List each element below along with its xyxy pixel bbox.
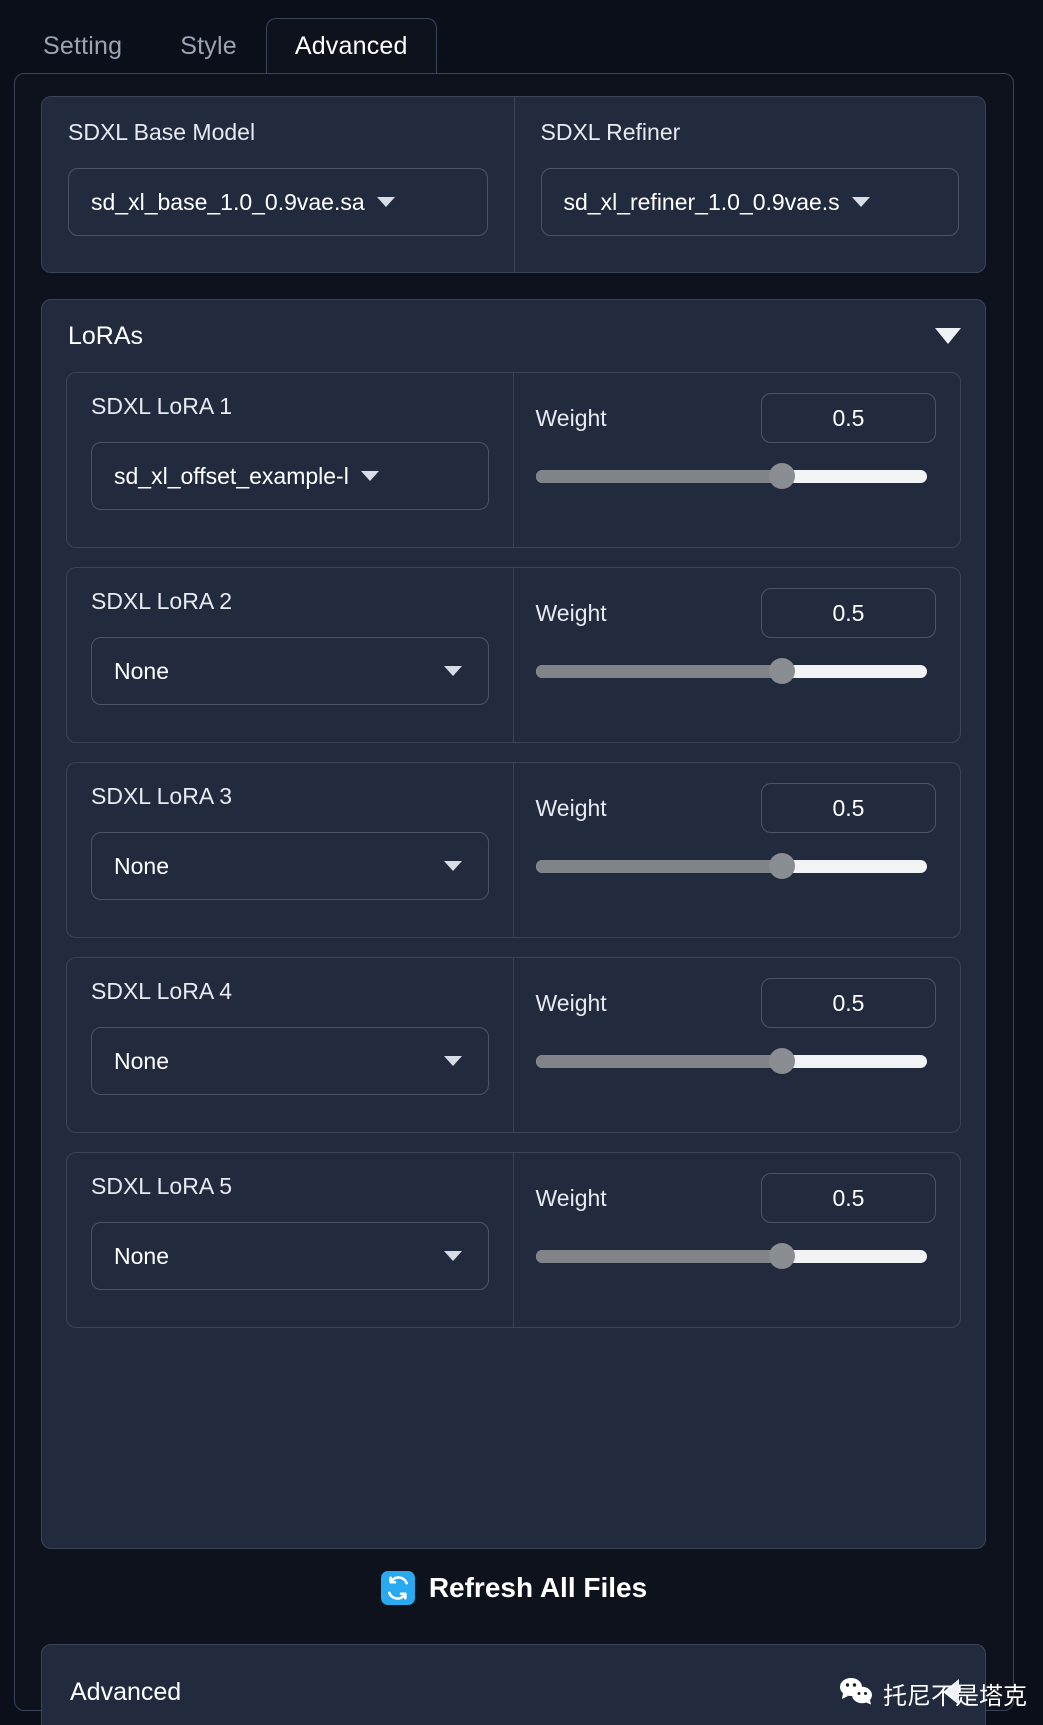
slider-fill bbox=[535, 860, 782, 873]
weight-input[interactable]: 0.5 bbox=[761, 1173, 936, 1223]
chevron-down-icon bbox=[443, 861, 462, 871]
slider-fill bbox=[535, 665, 782, 678]
lora-model-value: None bbox=[114, 852, 169, 879]
lora-label: SDXL LoRA 5 bbox=[91, 1173, 233, 1199]
advanced-collapse-bar[interactable]: Advanced bbox=[41, 1644, 986, 1725]
lora-model-cell: SDXL LoRA 2 None bbox=[67, 568, 514, 742]
weight-slider[interactable] bbox=[535, 1048, 927, 1074]
lora-model-cell: SDXL LoRA 4 None bbox=[67, 958, 514, 1132]
lora-model-value: None bbox=[114, 1242, 169, 1269]
lora-model-cell: SDXL LoRA 1 sd_xl_offset_example-l bbox=[67, 373, 514, 547]
weight-input[interactable]: 0.5 bbox=[761, 588, 936, 638]
lora-model-dropdown[interactable]: None bbox=[91, 1222, 489, 1290]
lora-model-dropdown[interactable]: None bbox=[91, 637, 489, 705]
tab-advanced[interactable]: Advanced bbox=[265, 18, 437, 74]
table-row: SDXL LoRA 5 None Weight 0.5 bbox=[66, 1152, 961, 1328]
base-model-value: sd_xl_base_1.0_0.9vae.sa bbox=[91, 188, 365, 215]
lora-weight-cell: Weight 0.5 bbox=[514, 373, 961, 547]
table-row: SDXL LoRA 1 sd_xl_offset_example-l Weigh… bbox=[66, 372, 961, 548]
tab-setting[interactable]: Setting bbox=[14, 18, 151, 74]
refiner-model-value: sd_xl_refiner_1.0_0.9vae.s bbox=[563, 188, 840, 215]
weight-label: Weight bbox=[535, 599, 607, 626]
refiner-model-dropdown[interactable]: sd_xl_refiner_1.0_0.9vae.s bbox=[540, 168, 959, 236]
lora-label: SDXL LoRA 4 bbox=[91, 978, 233, 1004]
chevron-down-icon bbox=[376, 197, 395, 207]
refresh-all-files-button[interactable]: Refresh All Files bbox=[15, 1571, 1013, 1605]
slider-thumb[interactable] bbox=[768, 658, 795, 684]
table-row: SDXL LoRA 4 None Weight 0.5 bbox=[66, 957, 961, 1133]
slider-thumb[interactable] bbox=[768, 1048, 795, 1074]
slider-fill bbox=[535, 1250, 782, 1263]
loras-title: LoRAs bbox=[68, 321, 144, 350]
lora-model-dropdown[interactable]: None bbox=[91, 832, 489, 900]
tab-style[interactable]: Style bbox=[151, 18, 266, 74]
tab-setting-label: Setting bbox=[43, 31, 123, 60]
lora-weight-cell: Weight 0.5 bbox=[514, 1153, 961, 1327]
tab-style-label: Style bbox=[180, 31, 237, 60]
weight-input[interactable]: 0.5 bbox=[761, 393, 936, 443]
chevron-down-icon bbox=[443, 1251, 462, 1261]
loras-header[interactable]: LoRAs bbox=[42, 300, 985, 372]
loras-panel: LoRAs SDXL LoRA 1 sd_xl_offset_example-l bbox=[41, 299, 986, 1549]
base-model-cell: SDXL Base Model sd_xl_base_1.0_0.9vae.sa bbox=[42, 97, 514, 272]
lora-label: SDXL LoRA 2 bbox=[91, 588, 233, 614]
weight-label: Weight bbox=[535, 1184, 607, 1211]
slider-fill bbox=[535, 470, 782, 483]
advanced-tab-content: SDXL Base Model sd_xl_base_1.0_0.9vae.sa… bbox=[14, 73, 1014, 1725]
table-row: SDXL LoRA 2 None Weight 0.5 bbox=[66, 567, 961, 743]
weight-input[interactable]: 0.5 bbox=[761, 783, 936, 833]
lora-model-value: sd_xl_offset_example-l bbox=[114, 462, 349, 489]
refiner-model-cell: SDXL Refiner sd_xl_refiner_1.0_0.9vae.s bbox=[513, 97, 986, 272]
weight-slider[interactable] bbox=[535, 1243, 927, 1269]
weight-label: Weight bbox=[535, 989, 607, 1016]
lora-label: SDXL LoRA 3 bbox=[91, 783, 233, 809]
chevron-down-icon bbox=[360, 471, 379, 481]
lora-model-dropdown[interactable]: sd_xl_offset_example-l bbox=[91, 442, 489, 510]
weight-label: Weight bbox=[535, 404, 607, 431]
lora-model-value: None bbox=[114, 1047, 169, 1074]
refresh-all-files-label: Refresh All Files bbox=[428, 1572, 648, 1603]
weight-slider[interactable] bbox=[535, 463, 927, 489]
weight-input[interactable]: 0.5 bbox=[761, 978, 936, 1028]
triangle-left-icon[interactable] bbox=[943, 1679, 959, 1705]
lora-label: SDXL LoRA 1 bbox=[91, 393, 233, 419]
table-row: SDXL LoRA 3 None Weight 0.5 bbox=[66, 762, 961, 938]
lora-model-cell: SDXL LoRA 3 None bbox=[67, 763, 514, 937]
fooocus-advanced-panel: Setting Style Advanced SDXL Base Model s… bbox=[0, 0, 1043, 1725]
weight-slider[interactable] bbox=[535, 658, 927, 684]
slider-thumb[interactable] bbox=[768, 853, 795, 879]
lora-model-cell: SDXL LoRA 5 None bbox=[67, 1153, 514, 1327]
base-model-label: SDXL Base Model bbox=[68, 119, 256, 145]
lora-model-dropdown[interactable]: None bbox=[91, 1027, 489, 1095]
weight-label: Weight bbox=[535, 794, 607, 821]
refiner-model-label: SDXL Refiner bbox=[540, 119, 681, 145]
chevron-down-icon bbox=[851, 197, 870, 207]
base-model-dropdown[interactable]: sd_xl_base_1.0_0.9vae.sa bbox=[68, 168, 488, 236]
slider-thumb[interactable] bbox=[768, 463, 795, 489]
slider-thumb[interactable] bbox=[768, 1243, 795, 1269]
chevron-down-icon bbox=[443, 666, 462, 676]
tab-advanced-label: Advanced bbox=[294, 31, 408, 60]
lora-row-list: SDXL LoRA 1 sd_xl_offset_example-l Weigh… bbox=[42, 372, 985, 1354]
lora-model-value: None bbox=[114, 657, 169, 684]
lora-weight-cell: Weight 0.5 bbox=[514, 958, 961, 1132]
slider-fill bbox=[535, 1055, 782, 1068]
triangle-down-icon[interactable] bbox=[935, 328, 961, 344]
tab-bar: Setting Style Advanced bbox=[14, 18, 437, 74]
refresh-icon bbox=[380, 1571, 415, 1605]
advanced-collapse-label: Advanced bbox=[70, 1677, 182, 1706]
lora-weight-cell: Weight 0.5 bbox=[514, 568, 961, 742]
weight-slider[interactable] bbox=[535, 853, 927, 879]
models-panel: SDXL Base Model sd_xl_base_1.0_0.9vae.sa… bbox=[41, 96, 986, 273]
chevron-down-icon bbox=[443, 1056, 462, 1066]
lora-weight-cell: Weight 0.5 bbox=[514, 763, 961, 937]
